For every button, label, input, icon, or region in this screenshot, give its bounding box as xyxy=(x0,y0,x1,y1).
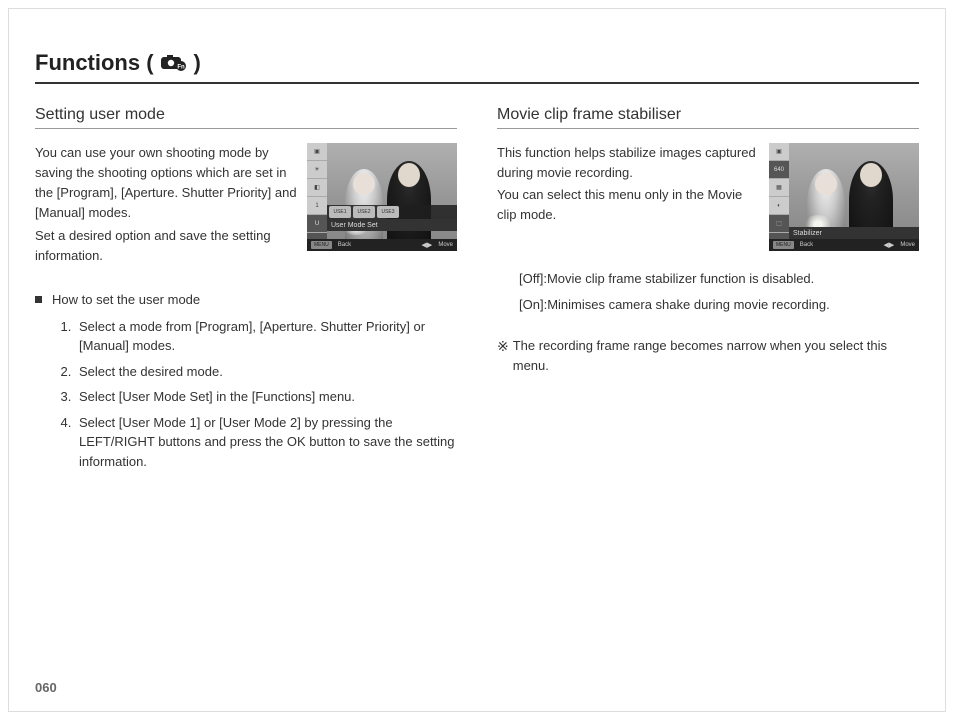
sidebar-item: ◐ xyxy=(769,197,789,215)
user-chip: USE1 xyxy=(329,206,351,218)
svg-text:Fn: Fn xyxy=(177,65,185,71)
user-chip: USE2 xyxy=(353,206,375,218)
sidebar-item: ▣ xyxy=(307,143,327,161)
camera-user-row: USE1 USE2 USE3 xyxy=(327,205,457,219)
camera-sidebar: ▣ ☀ ◧ 1 U ▦ xyxy=(307,143,327,251)
nav-icon: ◀▶ xyxy=(884,241,895,249)
fn-icon: Fn xyxy=(160,54,188,72)
sidebar-item: ◧ xyxy=(307,179,327,197)
camera-bottom-bar: MENU Back ◀▶ Move xyxy=(769,239,919,251)
camera-label: User Mode Set xyxy=(327,219,457,231)
sidebar-item: ▣ xyxy=(769,143,789,161)
move-label: Move xyxy=(438,242,453,248)
camera-photo xyxy=(789,143,919,239)
sidebar-item-active: U xyxy=(307,215,327,233)
camera-sidebar: ▣ 640 ▦ ◐ ⬚ ▦ xyxy=(769,143,789,251)
back-label: Back xyxy=(338,242,351,248)
menu-chip: MENU xyxy=(311,241,332,249)
camera-bottom-bar: MENU Back ◀▶ Move xyxy=(307,239,457,251)
sidebar-item: ▦ xyxy=(769,179,789,197)
camera-screen-user-mode: ▣ ☀ ◧ 1 U ▦ USE1 USE2 USE3 User Mo xyxy=(307,143,457,251)
sidebar-item: ☀ xyxy=(307,161,327,179)
page-border xyxy=(8,8,946,712)
page-number: 060 xyxy=(35,680,57,695)
sidebar-item-active: ⬚ xyxy=(769,215,789,233)
menu-chip: MENU xyxy=(773,241,794,249)
sidebar-item: 1 xyxy=(307,197,327,215)
move-label: Move xyxy=(900,242,915,248)
sidebar-item: 640 xyxy=(769,161,789,179)
user-chip: USE3 xyxy=(377,206,399,218)
camera-screen-stabiliser: ▣ 640 ▦ ◐ ⬚ ▦ Stabilizer MENU Back xyxy=(769,143,919,251)
nav-icon: ◀▶ xyxy=(422,241,433,249)
back-label: Back xyxy=(800,242,813,248)
camera-label: Stabilizer xyxy=(789,227,919,239)
